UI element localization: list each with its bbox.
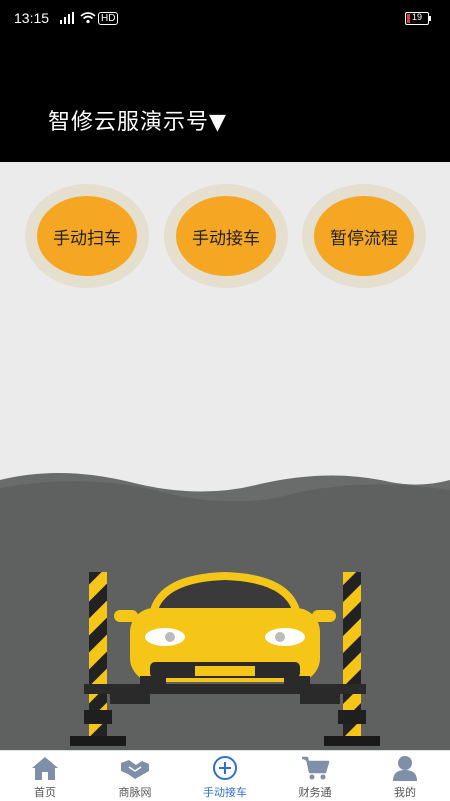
nav-receive-car[interactable]: 手动接车 [180,751,270,801]
header [0,38,450,162]
receive-car-button[interactable]: 手动接车 [164,184,288,288]
home-icon [32,757,58,780]
status-bar: 13:15 HD 19 [0,0,450,38]
wifi-icon [80,12,96,24]
battery-icon: 19 [405,12,431,25]
nav-mine-label: 我的 [394,786,416,799]
signal-icon [60,12,74,24]
handshake-icon [121,760,149,779]
pause-flow-label: 暂停流程 [314,196,414,276]
battery-level: 19 [412,12,423,22]
scan-car-label: 手动扫车 [37,196,137,276]
status-time: 13:15 [14,10,50,26]
hd-badge: HD [98,12,119,25]
receive-car-label: 手动接车 [176,196,276,276]
nav-network[interactable]: 商脉网 [90,751,180,801]
nav-home-label: 首页 [34,786,56,799]
plus-circle-icon [213,756,237,780]
person-icon [393,756,417,781]
nav-receive-car-label: 手动接车 [203,786,247,799]
garage-illustration [0,472,450,752]
cart-icon [302,756,330,780]
nav-mine[interactable]: 我的 [360,751,450,801]
pause-flow-button[interactable]: 暂停流程 [302,184,426,288]
nav-home[interactable]: 首页 [0,751,90,801]
nav-finance-label: 财务通 [298,786,332,799]
scan-car-button[interactable]: 手动扫车 [25,184,149,288]
store-selector[interactable]: 智修云服演示号▼ [48,104,227,136]
nav-network-label: 商脉网 [118,786,152,799]
battery-fill [407,14,410,23]
nav-finance[interactable]: 财务通 [270,751,360,801]
bottom-nav: 首页 商脉网 手动接车 财务通 我的 [0,750,450,801]
